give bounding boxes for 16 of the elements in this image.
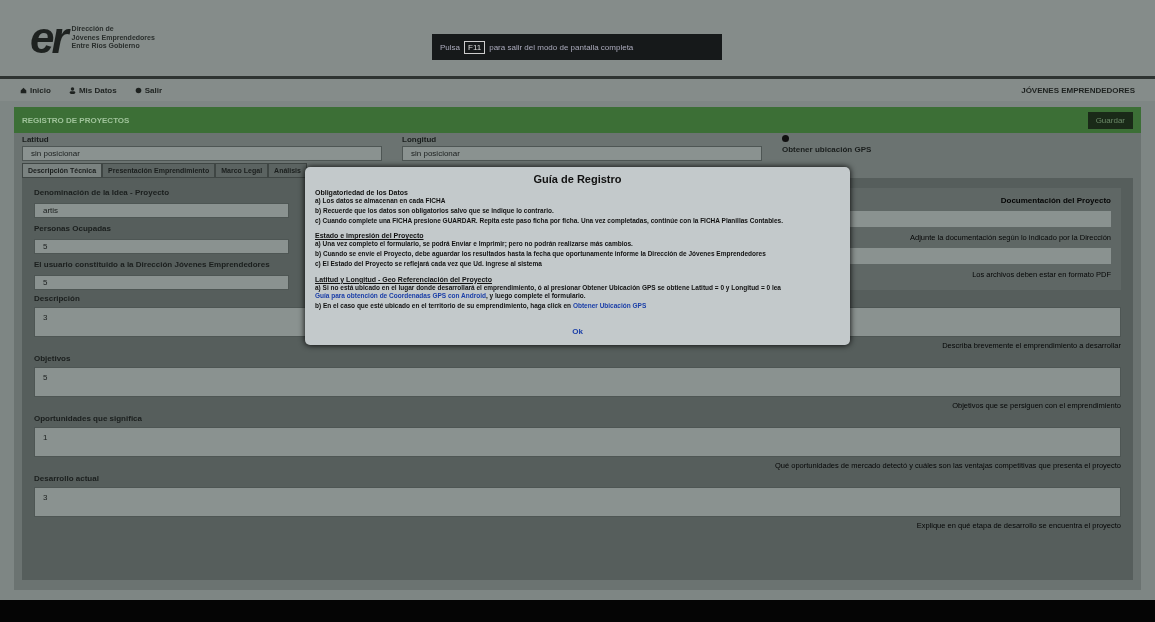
field-label: Descripción (34, 294, 80, 303)
field-label: El usuario constituido a la Dirección Jóvenes Emprendedores (34, 260, 270, 269)
dialog-title: Guía de Registro (533, 173, 622, 185)
field-label: Longitud (402, 135, 437, 144)
field-label: Personas Ocupadas (34, 224, 111, 233)
key-label: F11 (464, 40, 486, 54)
field-label: Denominación de la Idea - Proyecto (34, 188, 170, 197)
user-name: JÓVENES EMPRENDEDORES (1021, 85, 1135, 95)
field-label: Desarrollo actual (34, 474, 99, 483)
field-label: Objetivos (34, 354, 71, 363)
panel-title: Documentación del Proyecto (1000, 196, 1111, 205)
notice-text: para salir del modo de pantalla completa (489, 42, 634, 52)
field-label: Latitud (22, 135, 49, 144)
field-label: Oportunidades que significa (34, 414, 142, 423)
page-title: REGISTRO DE PROYECTOS (22, 115, 130, 125)
notice-text: Pulsa (440, 42, 460, 52)
